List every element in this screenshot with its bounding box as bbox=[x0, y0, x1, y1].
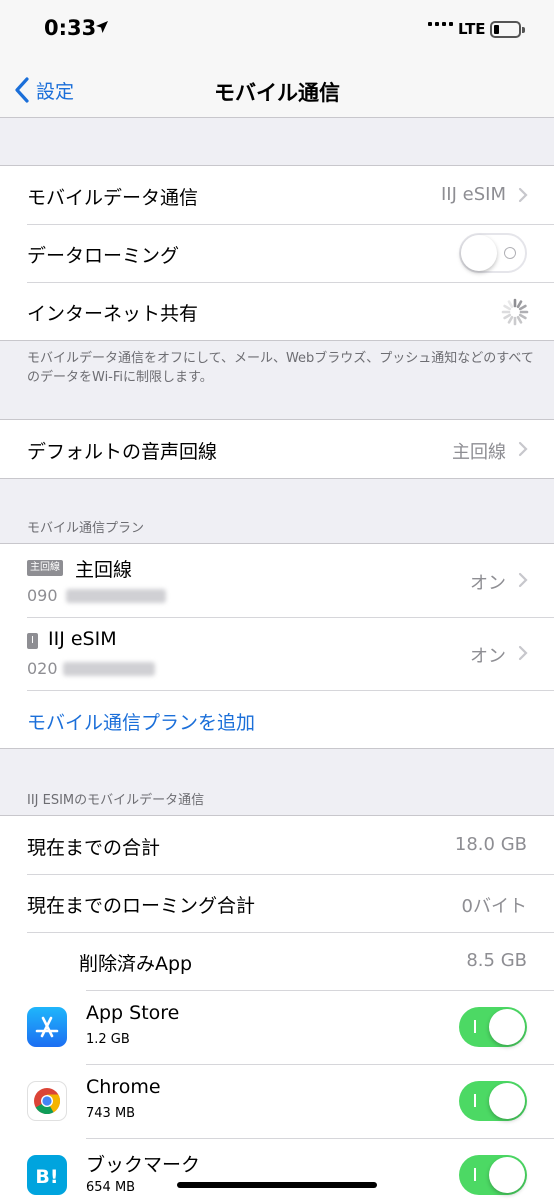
plan-row-iij[interactable]: I IIJ eSIM 020 オン bbox=[0, 617, 554, 690]
mobile-data-row[interactable]: モバイルデータ通信 IIJ eSIM bbox=[0, 166, 554, 224]
data-roaming-toggle[interactable] bbox=[459, 233, 527, 273]
app-row-bookmark: B! ブックマーク 654 MB bbox=[0, 1138, 554, 1200]
default-voice-line-row[interactable]: デフォルトの音声回線 主回線 bbox=[0, 420, 554, 478]
network-type: LTE bbox=[458, 20, 486, 38]
app-store-icon bbox=[27, 1007, 67, 1047]
voice-line-group: デフォルトの音声回線 主回線 bbox=[0, 419, 554, 479]
deleted-apps-value: 8.5 GB bbox=[466, 950, 527, 971]
personal-hotspot-label: インターネット共有 bbox=[27, 303, 199, 325]
roaming-total-row: 現在までのローミング合計 0バイト bbox=[0, 874, 554, 932]
app-size: 1.2 GB bbox=[86, 1032, 130, 1047]
app-row-app-store: App Store 1.2 GB bbox=[0, 990, 554, 1064]
app-name: Chrome bbox=[86, 1076, 161, 1098]
redacted-number bbox=[63, 662, 155, 676]
app-row-chrome: Chrome 743 MB bbox=[0, 1064, 554, 1138]
add-plan-row[interactable]: モバイル通信プランを追加 bbox=[0, 690, 554, 748]
app-name: App Store bbox=[86, 1002, 180, 1024]
loading-spinner-icon bbox=[501, 298, 529, 326]
app-size: 654 MB bbox=[86, 1180, 136, 1195]
hatena-bookmark-icon: B! bbox=[27, 1155, 67, 1195]
status-bar: 0:33 LTE bbox=[0, 0, 554, 62]
plan-status: オン bbox=[470, 646, 506, 667]
current-total-label: 現在までの合計 bbox=[27, 837, 161, 859]
plan-badge: 主回線 bbox=[27, 560, 63, 576]
personal-hotspot-row[interactable]: インターネット共有 bbox=[0, 282, 554, 340]
page-title: モバイル通信 bbox=[214, 81, 340, 105]
cellular-plans-group: 主回線 主回線 090 オン I IIJ eSIM 020 オン モバイル通信プ… bbox=[0, 543, 554, 749]
chevron-right-icon bbox=[518, 572, 528, 588]
deleted-apps-row: 削除済みApp 8.5 GB bbox=[0, 932, 554, 990]
plan-status: オン bbox=[470, 573, 506, 594]
navigation-bar: 設定 モバイル通信 bbox=[0, 62, 554, 118]
roaming-total-label: 現在までのローミング合計 bbox=[27, 895, 256, 917]
data-usage-group: 現在までの合計 18.0 GB 現在までのローミング合計 0バイト 削除済みAp… bbox=[0, 815, 554, 1200]
default-voice-line-label: デフォルトの音声回線 bbox=[27, 441, 218, 463]
svg-text:B!: B! bbox=[35, 1166, 58, 1188]
chevron-right-icon bbox=[518, 645, 528, 661]
chevron-right-icon bbox=[518, 187, 528, 203]
plan-name: IIJ eSIM bbox=[48, 628, 117, 650]
bookmark-data-toggle[interactable] bbox=[459, 1155, 527, 1195]
status-time: 0:33 bbox=[44, 16, 97, 40]
plan-name: 主回線 bbox=[75, 559, 133, 581]
current-total-value: 18.0 GB bbox=[454, 834, 527, 855]
app-store-data-toggle[interactable] bbox=[459, 1007, 527, 1047]
mobile-data-value: IIJ eSIM bbox=[441, 184, 506, 205]
redacted-number bbox=[66, 589, 166, 603]
usage-section-header: IIJ ESIMのモバイルデータ通信 bbox=[27, 793, 205, 808]
data-roaming-label: データローミング bbox=[27, 245, 180, 267]
home-indicator[interactable] bbox=[177, 1182, 377, 1188]
default-voice-line-value: 主回線 bbox=[452, 442, 506, 463]
app-size: 743 MB bbox=[86, 1106, 136, 1121]
plans-section-header: モバイル通信プラン bbox=[27, 521, 145, 536]
data-roaming-row: データローミング bbox=[0, 224, 554, 282]
location-arrow-icon bbox=[96, 21, 108, 33]
chevron-right-icon bbox=[518, 441, 528, 457]
battery-icon bbox=[490, 21, 525, 38]
add-plan-link[interactable]: モバイル通信プランを追加 bbox=[27, 708, 255, 735]
mobile-data-footnote: モバイルデータ通信をオフにして、メール、Webブラウズ、プッシュ通知などのすべて… bbox=[27, 351, 534, 385]
chrome-data-toggle[interactable] bbox=[459, 1081, 527, 1121]
plan-number: 020 bbox=[27, 659, 58, 678]
current-total-row: 現在までの合計 18.0 GB bbox=[0, 816, 554, 874]
roaming-total-value: 0バイト bbox=[461, 896, 527, 917]
chrome-icon bbox=[27, 1081, 67, 1121]
app-name: ブックマーク bbox=[86, 1154, 201, 1176]
signal-icon bbox=[428, 22, 453, 26]
cellular-settings-group: モバイルデータ通信 IIJ eSIM データローミング インターネット共有 bbox=[0, 165, 554, 341]
plan-row-primary[interactable]: 主回線 主回線 090 オン bbox=[0, 544, 554, 617]
deleted-apps-label: 削除済みApp bbox=[79, 953, 193, 975]
plan-number: 090 bbox=[27, 586, 58, 605]
mobile-data-label: モバイルデータ通信 bbox=[27, 187, 199, 209]
plan-badge: I bbox=[27, 633, 38, 649]
